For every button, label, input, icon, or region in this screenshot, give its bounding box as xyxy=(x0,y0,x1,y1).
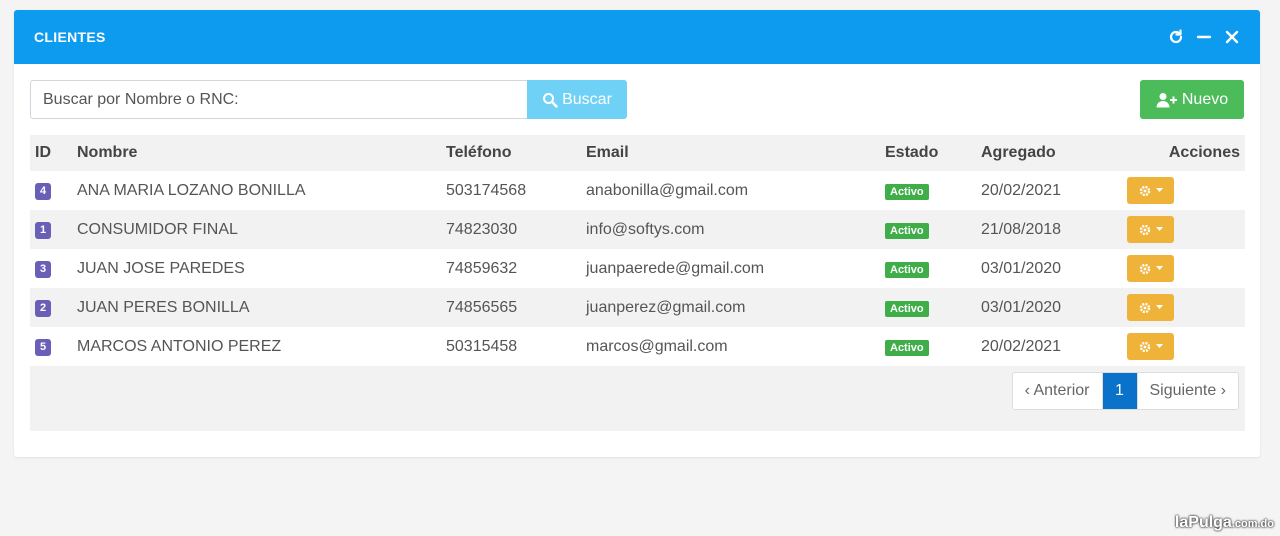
cell-email: juanperez@gmail.com xyxy=(586,298,746,316)
table-row: 3 JUAN JOSE PAREDES 74859632 juanpaerede… xyxy=(30,249,1245,288)
caret-down-icon xyxy=(1155,305,1163,309)
gear-icon xyxy=(1139,224,1150,235)
gear-icon xyxy=(1139,302,1150,313)
caret-down-icon xyxy=(1155,227,1163,231)
cell-telefono: 74823030 xyxy=(446,220,518,238)
cell-nombre: ANA MARIA LOZANO BONILLA xyxy=(77,181,306,199)
watermark: laPulga.com.do xyxy=(1175,514,1274,532)
status-badge: Activo xyxy=(885,300,929,317)
cell-agregado: 03/01/2020 xyxy=(981,298,1062,316)
search-icon xyxy=(543,92,558,108)
caret-down-icon xyxy=(1155,188,1163,192)
status-badge: Activo xyxy=(885,261,929,278)
new-client-button[interactable]: Nuevo xyxy=(1140,80,1244,119)
new-button-label: Nuevo xyxy=(1181,90,1229,108)
column-header-acciones: Acciones xyxy=(1168,144,1240,161)
header-tools xyxy=(1168,29,1240,45)
table-row: 1 CONSUMIDOR FINAL 74823030 info@softys.… xyxy=(30,210,1245,249)
cell-email: info@softys.com xyxy=(586,220,705,238)
search-button[interactable]: Buscar xyxy=(527,80,627,119)
search-group: Buscar xyxy=(30,80,627,119)
panel-title: CLIENTES xyxy=(34,29,106,45)
search-input[interactable] xyxy=(30,80,527,119)
cell-agregado: 20/02/2021 xyxy=(981,337,1062,355)
minimize-icon[interactable] xyxy=(1196,29,1212,45)
row-actions-button[interactable] xyxy=(1127,255,1174,282)
id-badge: 4 xyxy=(35,183,51,200)
pagination-next[interactable]: Siguiente › xyxy=(1136,373,1238,409)
row-actions-button[interactable] xyxy=(1127,216,1174,243)
cell-telefono: 74859632 xyxy=(446,259,518,277)
table-header-row: ID Nombre Teléfono Email Estado Agregado… xyxy=(30,135,1245,171)
cell-telefono: 74856565 xyxy=(446,298,518,316)
cell-nombre: MARCOS ANTONIO PEREZ xyxy=(77,337,282,355)
id-badge: 5 xyxy=(35,339,51,356)
id-badge: 3 xyxy=(35,261,51,278)
toolbar: Buscar Nuevo xyxy=(30,80,1244,119)
cell-agregado: 03/01/2020 xyxy=(981,259,1062,277)
pagination-page-current[interactable]: 1 xyxy=(1101,373,1137,409)
column-header-id: ID xyxy=(35,144,51,161)
cell-nombre: JUAN JOSE PAREDES xyxy=(77,259,245,277)
gear-icon xyxy=(1139,341,1150,352)
cell-agregado: 20/02/2021 xyxy=(981,181,1062,199)
column-header-nombre: Nombre xyxy=(77,144,138,161)
table-footer: ‹ Anterior 1 Siguiente › xyxy=(30,366,1245,431)
gear-icon xyxy=(1139,263,1150,274)
cell-telefono: 503174568 xyxy=(446,181,527,199)
caret-down-icon xyxy=(1155,266,1163,270)
watermark-suffix: .com.do xyxy=(1231,518,1274,530)
add-user-icon xyxy=(1156,92,1177,107)
column-header-email: Email xyxy=(586,144,629,161)
id-badge: 2 xyxy=(35,300,51,317)
clients-table-wrap: ID Nombre Teléfono Email Estado Agregado… xyxy=(30,135,1245,431)
cell-telefono: 50315458 xyxy=(446,337,518,355)
column-header-estado: Estado xyxy=(885,144,939,161)
row-actions-button[interactable] xyxy=(1127,177,1174,204)
column-header-telefono: Teléfono xyxy=(446,144,512,161)
cell-nombre: JUAN PERES BONILLA xyxy=(77,298,250,316)
id-badge: 1 xyxy=(35,222,51,239)
panel-header: CLIENTES xyxy=(14,10,1260,64)
pagination-prev[interactable]: ‹ Anterior xyxy=(1012,373,1102,409)
cell-email: marcos@gmail.com xyxy=(586,337,728,355)
cell-email: anabonilla@gmail.com xyxy=(586,181,749,199)
cell-nombre: CONSUMIDOR FINAL xyxy=(77,220,238,238)
caret-down-icon xyxy=(1155,344,1163,348)
status-badge: Activo xyxy=(885,222,929,239)
cell-agregado: 21/08/2018 xyxy=(981,220,1062,238)
status-badge: Activo xyxy=(885,339,929,356)
column-header-agregado: Agregado xyxy=(981,144,1056,161)
table-row: 2 JUAN PERES BONILLA 74856565 juanperez@… xyxy=(30,288,1245,327)
search-button-label: Buscar xyxy=(562,90,612,108)
clients-table: ID Nombre Teléfono Email Estado Agregado… xyxy=(30,135,1245,366)
status-badge: Activo xyxy=(885,183,929,200)
row-actions-button[interactable] xyxy=(1127,294,1174,321)
row-actions-button[interactable] xyxy=(1127,333,1174,360)
refresh-icon[interactable] xyxy=(1168,29,1184,45)
close-icon[interactable] xyxy=(1224,29,1240,45)
table-row: 4 ANA MARIA LOZANO BONILLA 503174568 ana… xyxy=(30,171,1245,210)
clientes-panel: CLIENTES Buscar Nuevo xyxy=(14,10,1260,457)
watermark-brand: laPulga xyxy=(1174,514,1232,531)
table-row: 5 MARCOS ANTONIO PEREZ 50315458 marcos@g… xyxy=(30,327,1245,366)
cell-email: juanpaerede@gmail.com xyxy=(586,259,765,277)
pagination: ‹ Anterior 1 Siguiente › xyxy=(1011,372,1239,410)
gear-icon xyxy=(1139,185,1150,196)
